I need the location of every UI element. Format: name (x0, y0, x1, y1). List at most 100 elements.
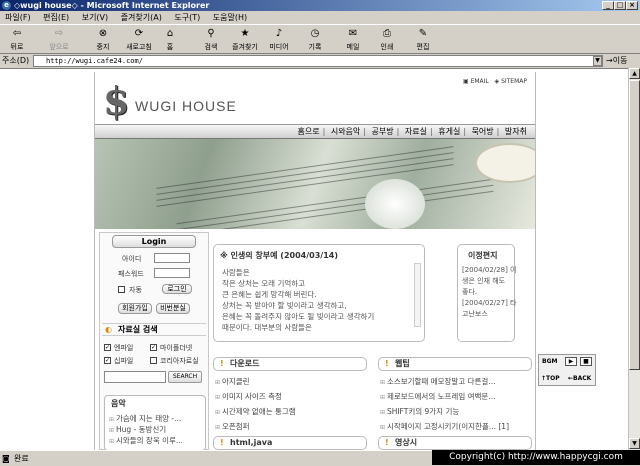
site-name: WUGI HOUSE (135, 98, 237, 114)
music-box: 음악 가슴에 지는 태양 -... Hug - 동방신기 시와들의 장욱 이루.… (104, 395, 206, 450)
letter-line-5: 고난보스 (462, 310, 488, 318)
edit-icon: ✎ (418, 28, 428, 39)
music-item-1[interactable]: 가슴에 지는 태양 -... (109, 413, 181, 424)
minimize-button[interactable]: _ (602, 1, 614, 10)
music-item-3[interactable]: 시와들의 장욱 이루... (109, 435, 183, 446)
find-password-button[interactable]: 비번분실 (156, 303, 190, 314)
site-logo[interactable]: $ WUGI HOUSE (103, 78, 253, 123)
nav-poetry-music[interactable]: 시와음악 (331, 127, 360, 136)
nav-footprints[interactable]: 발자취 (505, 127, 527, 136)
letter-line-2: 생은 인재 해도 (462, 277, 506, 285)
scroll-thumb[interactable] (629, 80, 640, 370)
search-option-3-checkbox[interactable]: ✓ (104, 357, 111, 364)
media-button[interactable]: ♪ 미디어 (264, 28, 294, 53)
menu-help[interactable]: 도움말(H) (208, 11, 252, 25)
refresh-icon: ⟳ (134, 28, 144, 39)
close-button[interactable]: × (626, 1, 638, 10)
title-bar: e ◇wugi house◇ - Microsoft Internet Expl… (0, 0, 640, 11)
join-button[interactable]: 회원가입 (118, 303, 152, 314)
menu-file[interactable]: 파일(F) (0, 11, 36, 25)
history-button[interactable]: ◷ 기록 (300, 28, 330, 53)
password-input[interactable] (154, 268, 190, 278)
window-title: ◇wugi house◇ - Microsoft Internet Explor… (14, 1, 210, 10)
search-option-1-checkbox[interactable]: ✓ (104, 344, 111, 351)
search-button[interactable]: ⚲ 검색 (196, 28, 226, 53)
menu-view[interactable]: 보기(V) (77, 11, 113, 25)
download-item-2[interactable]: 이미지 사이즈 측정 (215, 391, 282, 402)
stop-icon: ⊗ (98, 28, 108, 39)
sidebar: Login 아이디 패스워드 자동 로그인 회원가입 비번분실 ◐ 자료실 검색… (99, 232, 209, 450)
music-title: 음악 (111, 399, 126, 408)
archive-search-title: ◐ 자료실 검색 (102, 323, 206, 336)
letter-title: 이정편지 (468, 251, 498, 260)
forward-button[interactable]: ⇨ 앞으로 (44, 28, 74, 53)
letter-line-1[interactable]: [2004/02/28] 이 (462, 265, 516, 275)
auto-login-label: 자동 (129, 286, 142, 294)
address-dropdown-icon[interactable]: ▼ (593, 56, 602, 66)
nav-archive[interactable]: 자료실 (405, 127, 427, 136)
login-title: Login (112, 235, 196, 248)
nav-study[interactable]: 공부방 (372, 127, 394, 136)
board-line-4: 상처는 꼭 받아야 할 빚이라고 생각하고, (222, 301, 347, 310)
download-item-3[interactable]: 시간제약 없애는 통그램 (215, 406, 296, 417)
print-icon: ⎙ (383, 28, 391, 39)
notice-board: ※ 인생의 창부예 (2004/03/14) 사람들은 작은 상처는 오래 기억… (213, 244, 425, 342)
login-button[interactable]: 로그인 (162, 284, 192, 294)
menu-favorites[interactable]: 즐겨찾기(A) (116, 11, 167, 25)
media-icon: ♪ (275, 28, 283, 39)
toolbar: ⇦ 뒤로 ⇨ 앞으로 ⊗ 중지 ⟳ 새로고침 ⌂ 홈 ⚲ 검색 ★ 즐겨찾기 ♪ 미디어 ◷ 기록… (0, 26, 640, 54)
archive-search-button[interactable]: SEARCH (168, 371, 202, 383)
password-label: 패스워드 (118, 270, 144, 278)
email-icon: ▣ (463, 78, 469, 85)
stop-button[interactable]: ⊗ 중지 (88, 28, 118, 53)
search-option-2-label: 마이폴더넷 (160, 344, 193, 352)
search-option-1-label: 엔파일 (114, 344, 134, 352)
maximize-button[interactable]: □ (614, 1, 626, 10)
top-link[interactable]: ↑TOP (541, 375, 560, 382)
home-button[interactable]: ⌂ 홈 (158, 28, 182, 53)
vertical-scrollbar[interactable]: ▲ ▼ (628, 68, 640, 450)
bgm-label: BGM (542, 358, 558, 365)
refresh-button[interactable]: ⟳ 새로고침 (122, 28, 156, 53)
webtip-item-3[interactable]: SHIFT키의 9가지 기능 (380, 406, 459, 417)
auto-login-checkbox[interactable] (118, 286, 125, 293)
search-circle-icon: ◐ (105, 325, 112, 334)
bgm-player: BGM ▶ ■ ↑TOP ←BACK (538, 354, 596, 386)
webtip-item-2[interactable]: 제로보드에서의 노프레임 여백문... (380, 391, 496, 402)
search-option-4-checkbox[interactable] (150, 357, 157, 364)
favorites-button[interactable]: ★ 즐겨찾기 (228, 28, 262, 53)
print-button[interactable]: ⎙ 인쇄 (372, 28, 402, 53)
board-scrollbar[interactable] (414, 263, 421, 327)
scroll-up-icon[interactable]: ▲ (629, 68, 640, 79)
download-item-1[interactable]: 아지클린 (215, 376, 250, 387)
nav-home[interactable]: 홈으로 (297, 127, 319, 136)
id-input[interactable] (154, 253, 190, 263)
webtip-item-4[interactable]: 시작페이지 고정시키기(이지한플... [1] (380, 421, 509, 432)
back-button[interactable]: ⇦ 뒤로 (2, 28, 32, 53)
webtip-section-title[interactable]: 웹팁 (378, 357, 532, 371)
nav-lounge[interactable]: 휴게실 (438, 127, 460, 136)
download-item-4[interactable]: 오픈첨퍼 (215, 421, 250, 432)
nav-guest-room[interactable]: 묵어방 (472, 127, 494, 136)
scroll-down-icon[interactable]: ▼ (629, 438, 640, 449)
stop-music-icon[interactable]: ■ (580, 357, 592, 366)
address-input[interactable]: http://wugi.cafe24.com/ (33, 55, 603, 67)
go-button[interactable]: →이동 (606, 55, 638, 67)
letter-line-4[interactable]: [2004/02/27] 타 (462, 298, 516, 308)
mail-button[interactable]: ✉ 메일 (338, 28, 368, 53)
address-bar: 주소(D) http://wugi.cafe24.com/ ▼ →이동 (0, 54, 640, 68)
back-link[interactable]: ←BACK (568, 375, 591, 382)
sitemap-link[interactable]: SITEMAP (501, 78, 527, 85)
webtip-item-1[interactable]: 소스보기할때 메모장말고 다른걸... (380, 376, 496, 387)
edit-button[interactable]: ✎ 편집 (408, 28, 438, 53)
archive-search-input[interactable] (104, 371, 166, 383)
download-section-title[interactable]: 다운로드 (213, 357, 367, 371)
music-item-2[interactable]: Hug - 동방신기 (109, 424, 166, 435)
play-icon[interactable]: ▶ (565, 357, 577, 366)
video-section-title[interactable]: 영상시 (378, 436, 532, 450)
html-java-section-title[interactable]: html,java (213, 436, 367, 450)
search-option-2-checkbox[interactable]: ✓ (150, 344, 157, 351)
menu-tools[interactable]: 도구(T) (169, 11, 205, 25)
menu-edit[interactable]: 편집(E) (38, 11, 74, 25)
email-link[interactable]: EMAIL (471, 78, 489, 85)
